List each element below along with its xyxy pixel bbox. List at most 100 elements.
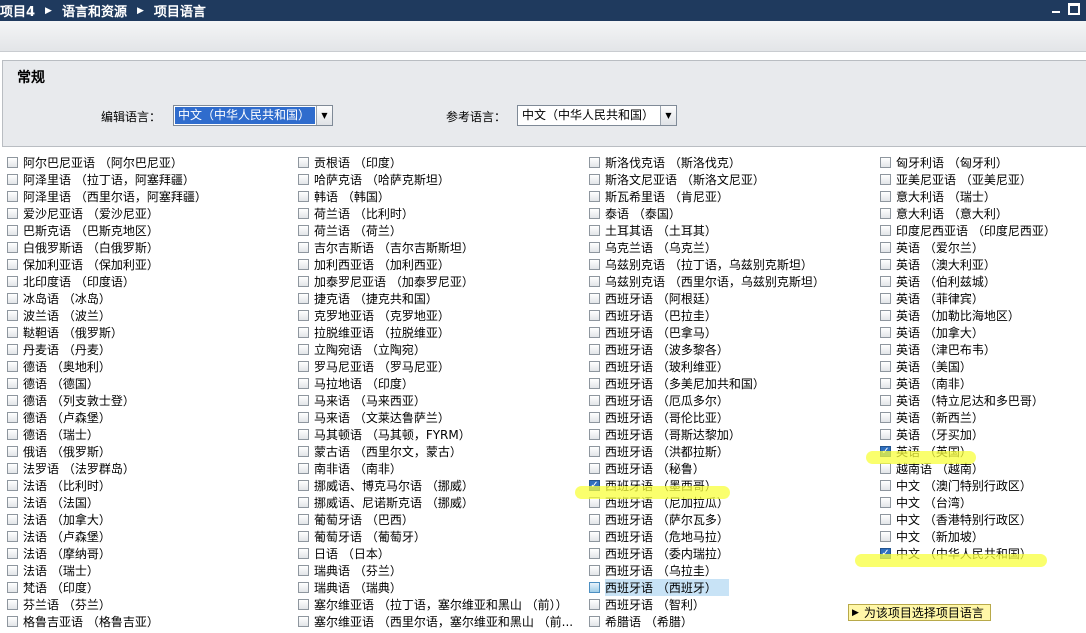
checkbox-icon[interactable]	[298, 446, 309, 457]
language-checkbox-item[interactable]: 瑞典语 （芬兰）	[298, 562, 573, 579]
language-checkbox-item[interactable]: 鞑靼语 （俄罗斯）	[7, 324, 207, 341]
language-checkbox-item[interactable]: 芬兰语 （芬兰）	[7, 596, 207, 613]
language-checkbox-item[interactable]: ✓ 西班牙语 （墨西哥）	[589, 477, 825, 494]
checkbox-icon[interactable]	[589, 157, 600, 168]
checkbox-icon[interactable]	[589, 242, 600, 253]
language-checkbox-item[interactable]: 马拉地语 （印度）	[298, 375, 573, 392]
breadcrumb-project[interactable]: 项目4	[0, 1, 35, 20]
language-checkbox-item[interactable]: 马来语 （马来西亚）	[298, 392, 573, 409]
select-project-languages-button[interactable]: ▶ 为该项目选择项目语言	[848, 604, 991, 621]
language-checkbox-item[interactable]: ✓ 英语 （英国）	[880, 443, 1056, 460]
checkbox-icon[interactable]	[7, 174, 18, 185]
checkbox-icon[interactable]	[589, 259, 600, 270]
language-checkbox-item[interactable]: 中文 （香港特别行政区）	[880, 511, 1056, 528]
language-checkbox-item[interactable]: 德语 （奥地利）	[7, 358, 207, 375]
checkbox-icon[interactable]	[589, 514, 600, 525]
checkbox-icon[interactable]	[880, 344, 891, 355]
checkbox-icon[interactable]	[880, 310, 891, 321]
language-checkbox-item[interactable]: 斯瓦希里语 （肯尼亚）	[589, 188, 825, 205]
checkbox-icon[interactable]	[589, 446, 600, 457]
language-checkbox-item[interactable]: 挪威语、博克马尔语 （挪威）	[298, 477, 573, 494]
language-checkbox-item[interactable]: 西班牙语 （萨尔瓦多）	[589, 511, 825, 528]
language-checkbox-item[interactable]: 英语 （新西兰）	[880, 409, 1056, 426]
checkbox-icon[interactable]	[880, 259, 891, 270]
checkbox-icon[interactable]	[7, 412, 18, 423]
checkbox-icon[interactable]	[7, 395, 18, 406]
checkbox-icon[interactable]	[589, 276, 600, 287]
language-checkbox-item[interactable]: 法语 （卢森堡）	[7, 528, 207, 545]
checkbox-icon[interactable]	[589, 599, 600, 610]
checkbox-icon[interactable]	[880, 208, 891, 219]
language-checkbox-item[interactable]: 法语 （比利时）	[7, 477, 207, 494]
checkbox-icon[interactable]	[880, 293, 891, 304]
checkbox-icon[interactable]	[298, 412, 309, 423]
checkbox-icon[interactable]	[298, 327, 309, 338]
checkbox-icon[interactable]	[7, 378, 18, 389]
language-checkbox-item[interactable]: 格鲁吉亚语 （格鲁吉亚）	[7, 613, 207, 630]
checkbox-icon[interactable]	[7, 242, 18, 253]
checkbox-icon[interactable]	[7, 259, 18, 270]
language-checkbox-item[interactable]: 英语 （爱尔兰）	[880, 239, 1056, 256]
language-checkbox-item[interactable]: 北印度语 （印度语）	[7, 273, 207, 290]
language-checkbox-item[interactable]: 保加利亚语 （保加利亚）	[7, 256, 207, 273]
checkbox-icon[interactable]	[589, 412, 600, 423]
language-checkbox-item[interactable]: 西班牙语 （西班牙）	[589, 579, 825, 596]
language-checkbox-item[interactable]: 法罗语 （法罗群岛）	[7, 460, 207, 477]
language-checkbox-item[interactable]: 德语 （卢森堡）	[7, 409, 207, 426]
language-checkbox-item[interactable]: 挪威语、尼诺斯克语 （挪威）	[298, 494, 573, 511]
language-checkbox-item[interactable]: 塞尔维亚语 （拉丁语，塞尔维亚和黑山 （前））	[298, 596, 573, 613]
checkbox-icon[interactable]	[589, 616, 600, 627]
language-checkbox-item[interactable]: 西班牙语 （洪都拉斯）	[589, 443, 825, 460]
checkbox-icon[interactable]	[880, 480, 891, 491]
checkbox-icon[interactable]	[880, 378, 891, 389]
language-checkbox-item[interactable]: 哈萨克语 （哈萨克斯坦）	[298, 171, 573, 188]
checkbox-icon[interactable]	[298, 548, 309, 559]
language-checkbox-item[interactable]: 冰岛语 （冰岛）	[7, 290, 207, 307]
checkbox-icon[interactable]	[589, 565, 600, 576]
language-checkbox-item[interactable]: 韩语 （韩国）	[298, 188, 573, 205]
checkbox-icon[interactable]	[589, 429, 600, 440]
language-checkbox-item[interactable]: 中文 （澳门特别行政区）	[880, 477, 1056, 494]
checkbox-icon[interactable]	[298, 174, 309, 185]
checkbox-icon[interactable]	[7, 310, 18, 321]
edit-language-dropdown[interactable]: 中文（中华人民共和国） ▼	[173, 105, 333, 126]
checkbox-icon[interactable]	[589, 395, 600, 406]
checkbox-icon[interactable]	[298, 310, 309, 321]
language-checkbox-item[interactable]: 西班牙语 （多美尼加共和国）	[589, 375, 825, 392]
language-checkbox-item[interactable]: 法语 （瑞士）	[7, 562, 207, 579]
checkbox-icon[interactable]	[7, 531, 18, 542]
checkbox-icon[interactable]	[298, 259, 309, 270]
checkbox-icon[interactable]	[589, 225, 600, 236]
checkbox-icon[interactable]	[880, 361, 891, 372]
language-checkbox-item[interactable]: 加泰罗尼亚语 （加泰罗尼亚）	[298, 273, 573, 290]
language-checkbox-item[interactable]: 西班牙语 （乌拉圭）	[589, 562, 825, 579]
language-checkbox-item[interactable]: 西班牙语 （危地马拉）	[589, 528, 825, 545]
checkbox-icon[interactable]	[880, 395, 891, 406]
checkbox-icon[interactable]	[7, 225, 18, 236]
checkbox-icon[interactable]	[7, 582, 18, 593]
language-checkbox-item[interactable]: 日语 （日本）	[298, 545, 573, 562]
checkbox-icon[interactable]	[589, 174, 600, 185]
checkbox-icon[interactable]	[7, 446, 18, 457]
checkbox-icon[interactable]	[298, 480, 309, 491]
checkbox-icon[interactable]	[7, 276, 18, 287]
checkbox-icon[interactable]	[298, 497, 309, 508]
checkbox-checked-icon[interactable]: ✓	[589, 480, 600, 491]
checkbox-icon[interactable]	[7, 191, 18, 202]
language-checkbox-item[interactable]: 德语 （列支敦士登）	[7, 392, 207, 409]
language-checkbox-item[interactable]: 俄语 （俄罗斯）	[7, 443, 207, 460]
language-checkbox-item[interactable]: 亚美尼亚语 （亚美尼亚）	[880, 171, 1056, 188]
language-checkbox-item[interactable]: 西班牙语 （厄瓜多尔）	[589, 392, 825, 409]
language-checkbox-item[interactable]: 英语 （澳大利亚）	[880, 256, 1056, 273]
chevron-down-icon[interactable]: ▼	[660, 106, 676, 125]
checkbox-icon[interactable]	[589, 327, 600, 338]
checkbox-icon[interactable]	[7, 327, 18, 338]
language-checkbox-item[interactable]: 荷兰语 （比利时）	[298, 205, 573, 222]
checkbox-icon[interactable]	[298, 582, 309, 593]
checkbox-icon[interactable]	[880, 174, 891, 185]
language-checkbox-item[interactable]: 西班牙语 （尼加拉瓜）	[589, 494, 825, 511]
checkbox-icon[interactable]	[880, 412, 891, 423]
language-checkbox-item[interactable]: 乌克兰语 （乌克兰）	[589, 239, 825, 256]
language-checkbox-item[interactable]: 丹麦语 （丹麦）	[7, 341, 207, 358]
checkbox-icon[interactable]	[7, 565, 18, 576]
